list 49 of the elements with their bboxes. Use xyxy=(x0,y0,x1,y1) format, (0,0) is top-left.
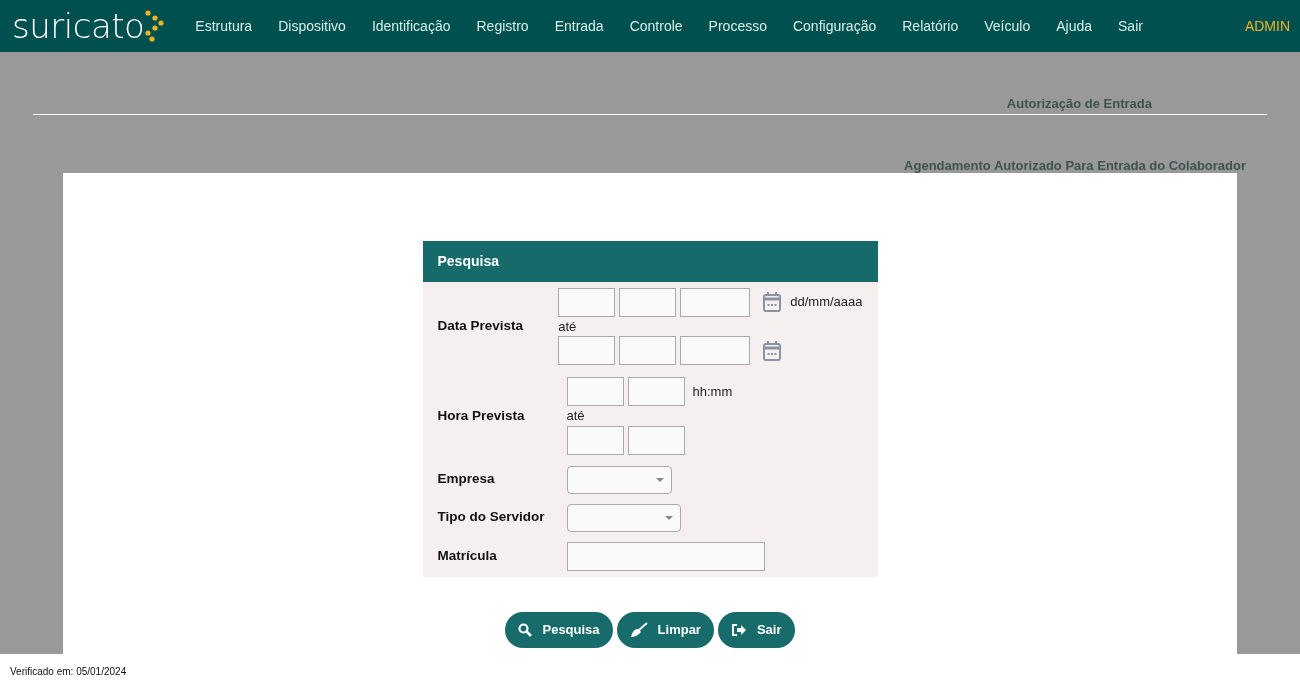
range-separator: até xyxy=(566,407,586,425)
field-label: Empresa xyxy=(437,470,496,489)
search-icon xyxy=(518,622,533,637)
verified-date-text: Verificado em: 05/01/2024 xyxy=(9,665,128,679)
nav-link[interactable]: Registro xyxy=(463,15,542,37)
input-field[interactable] xyxy=(627,377,685,406)
nav-link[interactable]: Configuração xyxy=(779,15,890,37)
broom-icon xyxy=(629,621,648,638)
page-title: Autorização de Entrada xyxy=(1006,95,1152,113)
exit-icon xyxy=(730,622,747,637)
action-button[interactable]: Sair xyxy=(717,611,795,648)
format-hint: dd/mm/aaaa xyxy=(790,293,863,312)
input-field[interactable] xyxy=(566,541,765,571)
nav-link[interactable]: Ajuda xyxy=(1043,15,1105,37)
input-field[interactable] xyxy=(680,287,751,317)
field-label: Matrícula xyxy=(437,546,498,565)
logo-dots-icon xyxy=(144,9,165,43)
input-field[interactable] xyxy=(558,287,616,317)
nav-link[interactable]: Controle xyxy=(616,15,696,37)
nav-link[interactable]: Entrada xyxy=(541,15,617,37)
nav-link[interactable]: Estrutura xyxy=(182,15,266,37)
input-field[interactable] xyxy=(566,377,624,406)
nav-link[interactable]: Identificação xyxy=(358,15,464,37)
format-hint: hh:mm xyxy=(692,382,733,401)
calendar-icon[interactable] xyxy=(762,339,783,362)
dropdown-field[interactable] xyxy=(566,503,681,532)
field-label: Data Prevista xyxy=(437,317,525,336)
input-field[interactable] xyxy=(680,336,751,365)
action-button[interactable]: Pesquisa xyxy=(505,611,613,648)
field-label: Hora Prevista xyxy=(437,406,526,425)
nav-link[interactable]: Dispositivo xyxy=(265,15,359,37)
page-subtitle: Agendamento Autorizado Para Entrada do Colaborador xyxy=(904,156,1246,173)
input-field[interactable] xyxy=(619,336,677,365)
logo-text: suricato xyxy=(12,9,145,43)
nav-link[interactable]: Processo xyxy=(695,15,780,37)
input-field[interactable] xyxy=(566,425,624,455)
nav-link[interactable]: Relatório xyxy=(889,15,972,37)
range-separator: até xyxy=(558,317,578,336)
panel-header: Pesquisa xyxy=(422,240,878,282)
input-field[interactable] xyxy=(627,425,685,455)
field-label: Tipo do Servidor xyxy=(437,508,546,527)
action-button[interactable]: Limpar xyxy=(616,611,714,648)
input-field[interactable] xyxy=(619,287,677,317)
nav-link[interactable]: Sair xyxy=(1105,15,1156,37)
calendar-icon[interactable] xyxy=(762,291,783,313)
user-name[interactable]: ADMIN xyxy=(1244,15,1290,37)
nav-link[interactable]: Veículo xyxy=(971,15,1044,37)
dropdown-field[interactable] xyxy=(566,465,672,494)
input-field[interactable] xyxy=(558,336,616,365)
